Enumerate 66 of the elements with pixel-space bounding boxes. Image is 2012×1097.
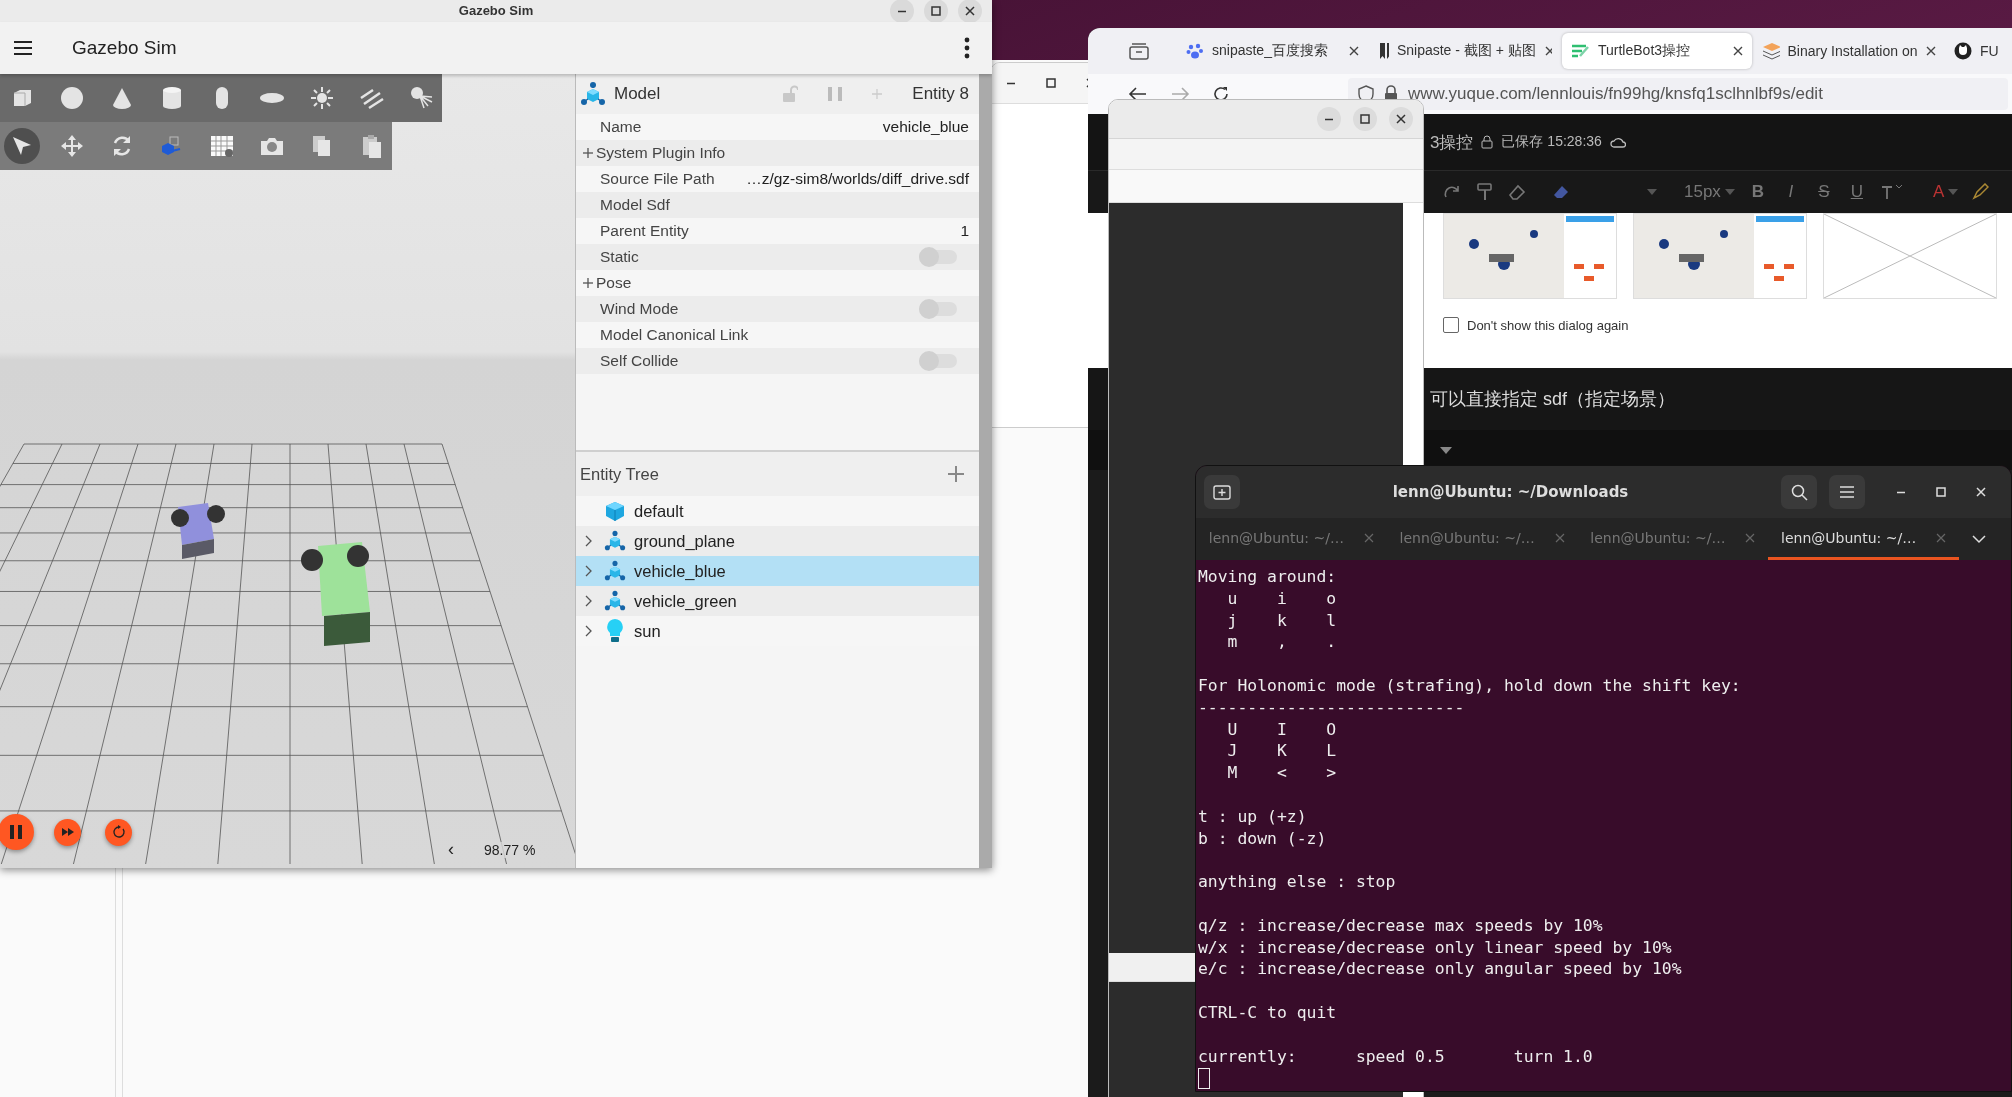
tree-item[interactable]: vehicle_blue bbox=[576, 556, 979, 586]
property-label: Source File Path bbox=[600, 170, 715, 188]
terminal-line: --------------------------- bbox=[1198, 696, 1465, 719]
dont-show-checkbox[interactable]: Don't show this dialog again bbox=[1443, 317, 1629, 333]
entity-name: vehicle_green bbox=[634, 591, 737, 611]
terminal-line: w/x : increase/decrease only linear speed by 10% bbox=[1198, 936, 1672, 959]
property-label: Wind Mode bbox=[600, 300, 679, 318]
format-button[interactable]: I bbox=[1780, 182, 1801, 202]
terminal-tab[interactable]: lenn@Ubuntu: ~/… bbox=[1577, 518, 1769, 560]
property-value: 1 bbox=[960, 222, 969, 240]
collapse-button[interactable]: ‹ bbox=[448, 839, 454, 860]
terminal-line: t : up (+z) bbox=[1198, 805, 1307, 828]
terminal-line: U I O bbox=[1226, 718, 1337, 741]
property-value: vehicle_blue bbox=[882, 118, 969, 136]
terminal-line: Moving around: bbox=[1198, 566, 1337, 588]
entity-name: vehicle_blue bbox=[634, 561, 726, 581]
property-label: Parent Entity bbox=[600, 222, 689, 240]
property-label: Model Sdf bbox=[600, 196, 670, 214]
entity-id: Entity 8 bbox=[912, 84, 969, 104]
browser-tab[interactable]: Snipaste - 截图 + 贴图 bbox=[1370, 33, 1560, 69]
terminal-line: anything else : stop bbox=[1198, 871, 1396, 893]
property-label: Model Canonical Link bbox=[600, 326, 749, 344]
entity-name: default bbox=[634, 501, 684, 521]
terminal-line: currently: speed 0.5 turn 1.0 bbox=[1198, 1045, 1593, 1068]
panel-title: Entity Tree bbox=[580, 464, 660, 484]
window-title: Gazebo Sim bbox=[458, 3, 534, 18]
terminal-tab[interactable]: lenn@Ubuntu: ~/… bbox=[1386, 518, 1578, 560]
tree-item[interactable]: vehicle_green bbox=[576, 586, 979, 616]
property-label: Static bbox=[600, 248, 639, 266]
document-title: 3操控 bbox=[1430, 131, 1474, 154]
font-size-dropdown[interactable]: 15px bbox=[1684, 182, 1735, 202]
inspector-title: Model bbox=[614, 84, 662, 104]
terminal-line: M < > bbox=[1226, 762, 1337, 784]
browser-tab[interactable]: FU bbox=[1946, 33, 2008, 69]
document-paragraph: 可以直接指定 sdf（指定场景） bbox=[1430, 388, 1675, 411]
terminal-line: J K L bbox=[1226, 740, 1337, 763]
terminal-line: j k l bbox=[1226, 609, 1337, 632]
browser-tab[interactable]: snipaste_百度搜索 bbox=[1178, 33, 1368, 69]
terminal-line: e/c : increase/decrease only angular speed by 10% bbox=[1198, 958, 1682, 981]
terminal-tab[interactable]: lenn@Ubuntu: ~/… bbox=[1768, 518, 1959, 560]
browser-tab[interactable]: TurtleBot3操控 bbox=[1562, 33, 1752, 69]
url-text: www.yuque.com/lennlouis/fn99hg/knsfq1sclhnlbf9s/edit bbox=[1408, 84, 1823, 104]
real-time-factor: 98.77 % bbox=[484, 841, 536, 858]
app-title: Gazebo Sim bbox=[72, 37, 178, 59]
entity-name: ground_plane bbox=[634, 531, 735, 551]
terminal-line: m , . bbox=[1226, 631, 1337, 654]
address-field[interactable]: www.yuque.com/lennlouis/fn99hg/knsfq1sclhnlbf9s/edit bbox=[1348, 78, 2008, 110]
terminal-tab[interactable]: lenn@Ubuntu: ~/… bbox=[1196, 518, 1387, 560]
terminal-line: CTRL-C to quit bbox=[1198, 1001, 1337, 1024]
terminal-line: u i o bbox=[1226, 587, 1337, 610]
terminal-line: For Holonomic mode (strafing), hold down the shift key: bbox=[1198, 675, 1741, 697]
window-title: lenn@Ubuntu: ~/Downloads bbox=[1391, 483, 1630, 501]
entity-name: sun bbox=[634, 621, 661, 641]
format-button[interactable]: B bbox=[1747, 182, 1768, 202]
property-label: System Plugin Info bbox=[596, 144, 726, 162]
tree-item[interactable]: ground_plane bbox=[576, 526, 979, 556]
property-label: Self Collide bbox=[600, 352, 679, 370]
format-button[interactable]: S bbox=[1813, 182, 1834, 202]
property-label: Pose bbox=[596, 274, 632, 292]
browser-tab[interactable]: Binary Installation on bbox=[1754, 33, 1944, 69]
format-button[interactable]: U bbox=[1846, 182, 1867, 202]
property-label: Name bbox=[600, 118, 642, 136]
terminal-line: q/z : increase/decrease max speeds by 10% bbox=[1198, 914, 1603, 937]
save-status: 已保存 15:28:36 bbox=[1501, 133, 1602, 151]
property-value: …z/gz-sim8/worlds/diff_drive.sdf bbox=[746, 170, 969, 188]
terminal-line: b : down (-z) bbox=[1198, 827, 1327, 850]
